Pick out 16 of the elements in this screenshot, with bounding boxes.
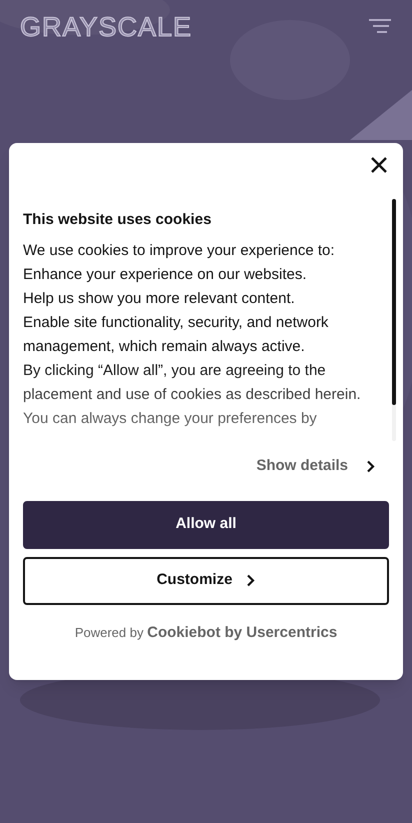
chevron-right-icon [246,574,256,587]
menu-icon[interactable] [368,18,392,36]
scrollbar[interactable] [392,199,396,441]
cookie-text: Enable site functionality, security, and network management, which remain always active. [23,313,330,357]
cookie-text: We use cookies to improve your experience to: [23,241,336,261]
dialog-title: This website uses cookies [23,210,212,230]
powered-by-text: Powered by Cookiebot by Usercentrics [74,622,338,642]
show-details-link[interactable]: Show details [256,455,375,478]
cookie-text: By clicking “Allow all”, you are agreeing to the placement and use of cookies as described herein. You can always change your preferences by [23,361,362,429]
customize-button[interactable]: Customize [23,556,389,604]
close-icon [371,157,387,173]
close-button[interactable] [369,155,389,175]
chevron-right-icon [366,460,375,473]
allow-all-button[interactable]: Allow all [23,500,389,548]
cookie-text: Help us show you more relevant content. [23,289,296,309]
cookie-text: Enhance your experience on our websites. [23,265,308,285]
